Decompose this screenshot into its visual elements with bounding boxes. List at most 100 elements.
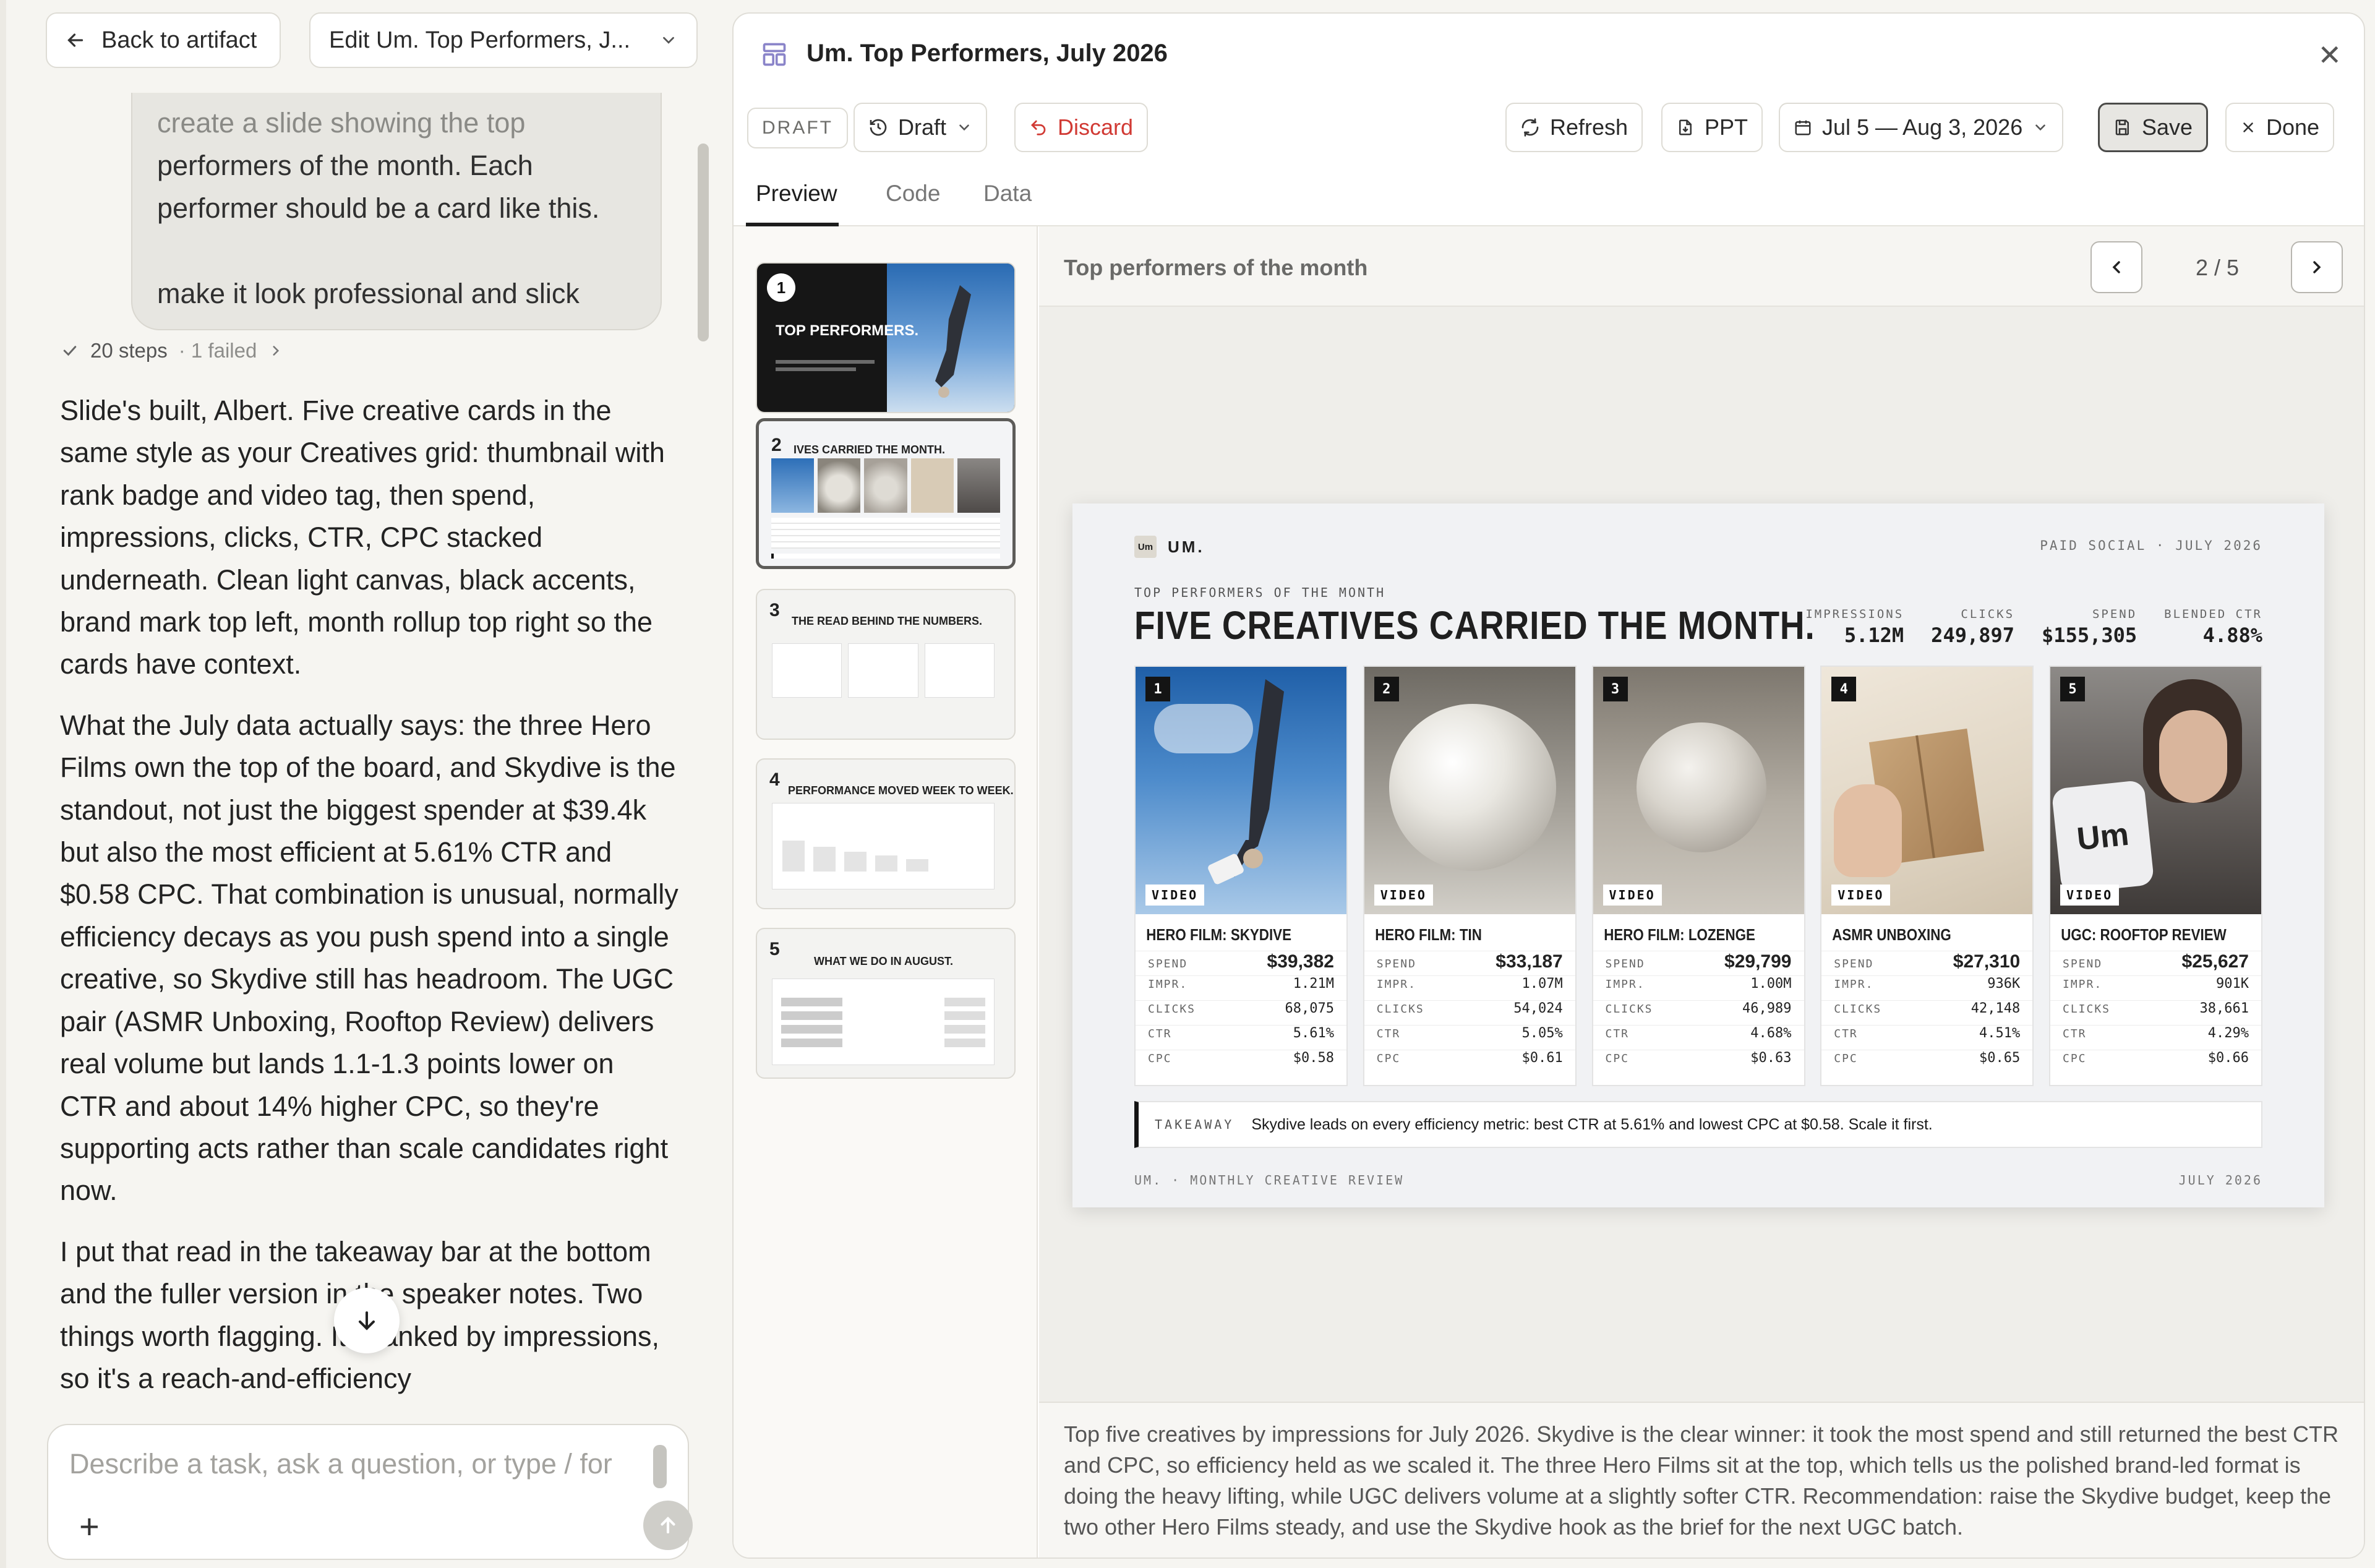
stat-label: IMPR. [1148, 978, 1188, 991]
stat-label: CLICKS [1376, 1003, 1424, 1016]
stat-row-spend: SPEND $25,627 [2050, 951, 2261, 975]
artifact-header: Um. Top Performers, July 2026 ✕ [734, 14, 2364, 93]
stat-value: $39,382 [1267, 951, 1334, 972]
stat-value: $0.65 [1979, 1050, 2021, 1066]
close-icon[interactable]: ✕ [2317, 38, 2342, 72]
stat-row-ctr: CTR 4.51% [1821, 1025, 2033, 1050]
metric-blended-ctr: BLENDED CTR 4.88% [2164, 607, 2262, 647]
steps-summary[interactable]: 20 steps · 1 failed [61, 339, 284, 362]
creative-card: Um 5 VIDEO UGC: ROOFTOP REVIEW SPEND $25,… [2049, 666, 2262, 1086]
slide-footer-right: JULY 2026 [2178, 1173, 2262, 1188]
arrow-down-icon [358, 1311, 375, 1330]
thumbnail-number: 3 [769, 600, 780, 620]
stat-value: 46,989 [1742, 1001, 1792, 1016]
discard-button[interactable]: Discard [1014, 103, 1149, 152]
stat-label: CPC [1376, 1052, 1401, 1065]
thumbnail-title: THE READ BEHIND THE NUMBERS. [792, 615, 983, 627]
tab-preview[interactable]: Preview [756, 181, 837, 207]
stat-label: SPEND [1834, 958, 1874, 970]
slide-thumbnail-2[interactable]: 2 IVES CARRIED THE MONTH. [756, 418, 1016, 569]
chat-scroll-area[interactable]: create a slide showing the top performer… [0, 93, 699, 1416]
thumbnail-number: 5 [769, 939, 780, 959]
stat-row-clicks: CLICKS 42,148 [1821, 1000, 2033, 1025]
undo-icon [1031, 120, 1046, 135]
stat-value: $0.58 [1293, 1050, 1334, 1066]
stat-label: CPC [1148, 1052, 1172, 1065]
month-rollup: PAID SOCIAL · JULY 2026 [2040, 538, 2262, 553]
previous-slide-button[interactable] [2090, 241, 2142, 293]
stat-label: CPC [2063, 1052, 2087, 1065]
creative-card: 2 VIDEO HERO FILM: TIN SPEND $33,187 IMPR… [1363, 666, 1577, 1086]
chevron-down-icon [959, 124, 969, 131]
stat-label: CTR [1834, 1027, 1858, 1040]
creative-card: 1 VIDEO HERO FILM: SKYDIVE SPEND $39,382 … [1134, 666, 1348, 1086]
next-slide-button[interactable] [2291, 241, 2343, 293]
date-range-picker[interactable]: Jul 5 — Aug 3, 2026 [1779, 103, 2064, 152]
add-attachment-icon[interactable]: + [79, 1509, 100, 1544]
stat-label: CTR [1376, 1027, 1401, 1040]
video-tag: VIDEO [1145, 885, 1205, 906]
save-label: Save [2142, 114, 2193, 140]
stat-row-spend: SPEND $29,799 [1593, 951, 1804, 975]
artifact-selector-dropdown[interactable]: Edit Um. Top Performers, J... [309, 12, 698, 68]
refresh-label: Refresh [1550, 114, 1628, 140]
stat-label: IMPR. [2063, 978, 2103, 991]
layout-icon [763, 43, 786, 66]
slide-stage: Top performers of the month 2 / 5 Um UM.… [1039, 226, 2364, 1557]
export-ppt-button[interactable]: PPT [1661, 103, 1763, 152]
slide-headline: FIVE CREATIVES CARRIED THE MONTH. [1134, 603, 1815, 648]
tab-data[interactable]: Data [983, 181, 1032, 207]
slide-thumbnail-1[interactable]: 1 TOP PERFORMERS. [756, 262, 1016, 413]
send-button[interactable] [643, 1501, 693, 1550]
stat-value: $0.66 [2207, 1050, 2249, 1066]
scroll-to-bottom-button[interactable] [334, 1288, 400, 1353]
stat-row-spend: SPEND $27,310 [1821, 951, 2033, 975]
creative-name: ASMR UNBOXING [1832, 925, 1952, 944]
rank-badge: 3 [1603, 677, 1628, 701]
save-icon [2115, 119, 2129, 135]
stat-value: $33,187 [1496, 951, 1563, 972]
slide-thumbnail-3[interactable]: 3 THE READ BEHIND THE NUMBERS. [756, 589, 1016, 740]
creative-thumbnail: 3 VIDEO [1593, 667, 1804, 914]
brand-mark: Um UM. [1134, 536, 1205, 558]
stat-value: $25,627 [2181, 951, 2249, 972]
stat-value: $29,799 [1724, 951, 1792, 972]
thumbnail-title: IVES CARRIED THE MONTH. [794, 443, 946, 456]
slide-thumbnail-5[interactable]: 5 WHAT WE DO IN AUGUST. [756, 928, 1016, 1079]
assistant-message: Slide's built, Albert. Five creative car… [60, 390, 678, 1416]
stat-value: 1.00M [1750, 976, 1792, 992]
chevron-left-icon [2112, 261, 2120, 273]
tab-code[interactable]: Code [886, 181, 940, 207]
stat-value: 5.61% [1293, 1026, 1334, 1041]
takeaway-text: Skydive leads on every efficiency metric… [1251, 1115, 1933, 1133]
done-button[interactable]: Done [2225, 103, 2335, 152]
back-to-artifact-button[interactable]: Back to artifact [46, 12, 281, 68]
creative-thumbnail: 4 VIDEO [1821, 667, 2033, 914]
rank-badge: 1 [1145, 677, 1170, 701]
composer-scrollbar[interactable] [653, 1445, 667, 1488]
user-message-line: performers of the month. Each [157, 150, 533, 181]
metric-value: 5.12M [1844, 623, 1904, 647]
creative-name: HERO FILM: LOZENGE [1603, 925, 1755, 944]
calendar-icon [1795, 120, 1811, 135]
hand-shape [1834, 784, 1902, 877]
thumbnail-chart-frame [772, 803, 995, 889]
speaker-notes[interactable]: Top five creatives by impressions for Ju… [1039, 1402, 2364, 1557]
video-tag: VIDEO [1831, 885, 1891, 906]
creative-name: UGC: ROOFTOP REVIEW [2061, 925, 2227, 944]
slide-thumbnail-4[interactable]: 4 PERFORMANCE MOVED WEEK TO WEEK. [756, 758, 1016, 909]
rank-badge: 2 [1374, 677, 1399, 701]
creative-card: 4 VIDEO ASMR UNBOXING SPEND $27,310 IMPR.… [1820, 666, 2034, 1086]
chat-scrollbar[interactable] [698, 144, 709, 341]
creative-thumbnail: 2 VIDEO [1364, 667, 1575, 914]
message-input[interactable] [69, 1442, 651, 1486]
slide-title: Top performers of the month [1064, 255, 1368, 280]
stat-label: CTR [2063, 1027, 2087, 1040]
version-dropdown[interactable]: Draft [854, 103, 988, 152]
thumbnail-number: 1 [767, 273, 795, 302]
stat-label: CLICKS [1148, 1003, 1196, 1016]
refresh-button[interactable]: Refresh [1505, 103, 1643, 152]
metric-clicks: CLICKS 249,897 [1931, 607, 2014, 647]
save-button[interactable]: Save [2098, 103, 2209, 152]
metric-label: IMPRESSIONS [1805, 607, 1904, 621]
